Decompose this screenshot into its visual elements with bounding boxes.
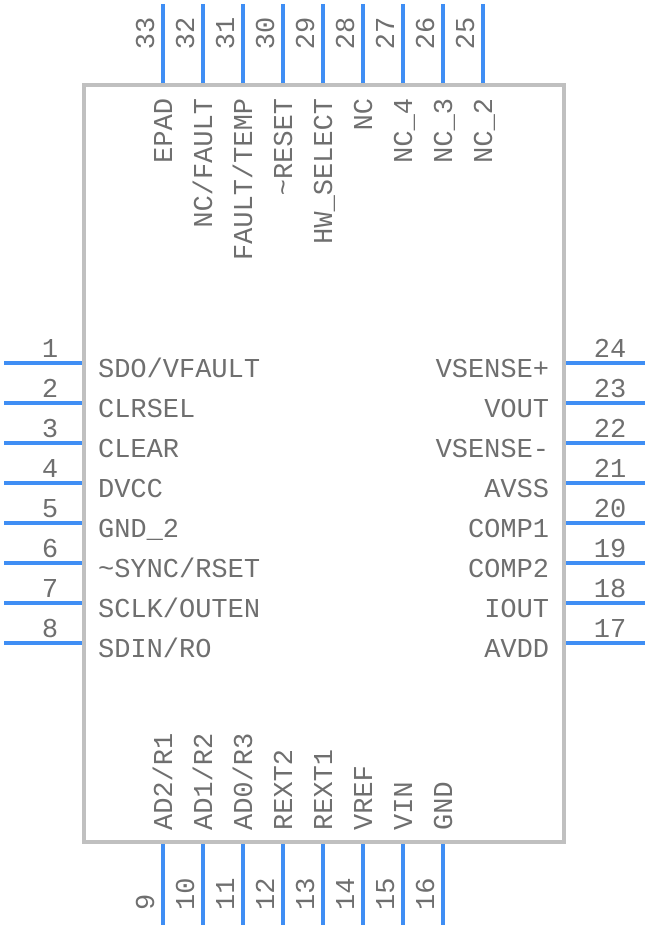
pin-name: AD2/R1 bbox=[151, 733, 181, 830]
pin-name: FAULT/TEMP bbox=[231, 98, 261, 260]
pin-number: 25 bbox=[453, 17, 483, 49]
pins-right-group: 17 AVDD 18 IOUT 19 COMP2 20 COMP1 21 AVSS 22 VSENSE… bbox=[436, 336, 645, 666]
pin-number: 20 bbox=[594, 496, 626, 526]
pin-number: 18 bbox=[594, 576, 626, 606]
pin-number: 31 bbox=[213, 17, 243, 49]
pin-name: NC_4 bbox=[391, 98, 421, 163]
pin-number: 21 bbox=[594, 456, 626, 486]
pin-number: 15 bbox=[373, 878, 403, 910]
pin-number: 1 bbox=[42, 336, 58, 366]
pin-name: NC_2 bbox=[471, 98, 501, 163]
pin-name: VIN bbox=[391, 781, 421, 830]
pin-name: NC_3 bbox=[431, 98, 461, 163]
pin-number: 28 bbox=[333, 17, 363, 49]
pin-number: 9 bbox=[133, 894, 163, 910]
pins-bottom-group: 9 AD2/R1 10 AD1/R2 11 AD0/R3 12 REXT2 13 REXT1 14 V… bbox=[133, 733, 461, 925]
pin-number: 11 bbox=[213, 878, 243, 910]
pin-number: 26 bbox=[413, 17, 443, 49]
pin-name: ~RESET bbox=[271, 98, 301, 195]
pin-name: SDO/VFAULT bbox=[98, 356, 260, 386]
pin-name: AD1/R2 bbox=[191, 733, 221, 830]
pin-number: 2 bbox=[42, 376, 58, 406]
pin-number: 16 bbox=[413, 878, 443, 910]
pin-number: 24 bbox=[594, 336, 626, 366]
pin-name: HW_SELECT bbox=[311, 98, 341, 244]
pins-top-group: 25 NC_2 26 NC_3 27 NC_4 28 NC 29 HW_SELECT 30 ~RESE… bbox=[133, 4, 501, 260]
pin-name: VSENSE+ bbox=[436, 356, 549, 386]
pin-name: COMP1 bbox=[468, 516, 549, 546]
pin-name: AD0/R3 bbox=[231, 733, 261, 830]
pin-name: AVDD bbox=[484, 636, 549, 666]
pin-number: 30 bbox=[253, 17, 283, 49]
pin-number: 3 bbox=[42, 416, 58, 446]
pin-name: EPAD bbox=[151, 98, 181, 163]
pin-number: 10 bbox=[173, 878, 203, 910]
pin-name: AVSS bbox=[484, 476, 549, 506]
pin-number: 12 bbox=[253, 878, 283, 910]
pin-name: NC/FAULT bbox=[191, 98, 221, 228]
pin-name: NC bbox=[351, 98, 381, 130]
ic-schematic-symbol: 1 SDO/VFAULT 2 CLRSEL 3 CLEAR 4 DVCC 5 GND_2 6 ~SYN… bbox=[4, 4, 645, 925]
pin-name: REXT2 bbox=[271, 749, 301, 830]
pin-name: CLEAR bbox=[98, 436, 179, 466]
pin-name: REXT1 bbox=[311, 749, 341, 830]
pin-number: 14 bbox=[333, 878, 363, 910]
pin-number: 6 bbox=[42, 536, 58, 566]
pin-name: DVCC bbox=[98, 476, 163, 506]
pin-number: 17 bbox=[594, 616, 626, 646]
pin-number: 27 bbox=[373, 17, 403, 49]
pin-number: 23 bbox=[594, 376, 626, 406]
pin-number: 19 bbox=[594, 536, 626, 566]
pin-number: 33 bbox=[133, 17, 163, 49]
pin-number: 13 bbox=[293, 878, 323, 910]
pin-name: VOUT bbox=[484, 396, 549, 426]
pin-name: ~SYNC/RSET bbox=[98, 556, 260, 586]
pin-name: IOUT bbox=[484, 596, 549, 626]
pin-number: 8 bbox=[42, 616, 58, 646]
pin-name: VREF bbox=[351, 765, 381, 830]
pin-number: 7 bbox=[42, 576, 58, 606]
pin-name: SCLK/OUTEN bbox=[98, 596, 260, 626]
pin-number: 22 bbox=[594, 416, 626, 446]
pin-number: 5 bbox=[42, 496, 58, 526]
pins-left-group: 1 SDO/VFAULT 2 CLRSEL 3 CLEAR 4 DVCC 5 GND_2 6 ~SYN… bbox=[4, 336, 260, 666]
pin-number: 4 bbox=[42, 456, 58, 486]
pin-name: SDIN/RO bbox=[98, 636, 211, 666]
pin-name: VSENSE- bbox=[436, 436, 549, 466]
pin-number: 32 bbox=[173, 17, 203, 49]
pin-name: CLRSEL bbox=[98, 396, 195, 426]
pin-name: COMP2 bbox=[468, 556, 549, 586]
pin-number: 29 bbox=[293, 17, 323, 49]
pin-name: GND bbox=[431, 781, 461, 830]
pin-name: GND_2 bbox=[98, 516, 179, 546]
